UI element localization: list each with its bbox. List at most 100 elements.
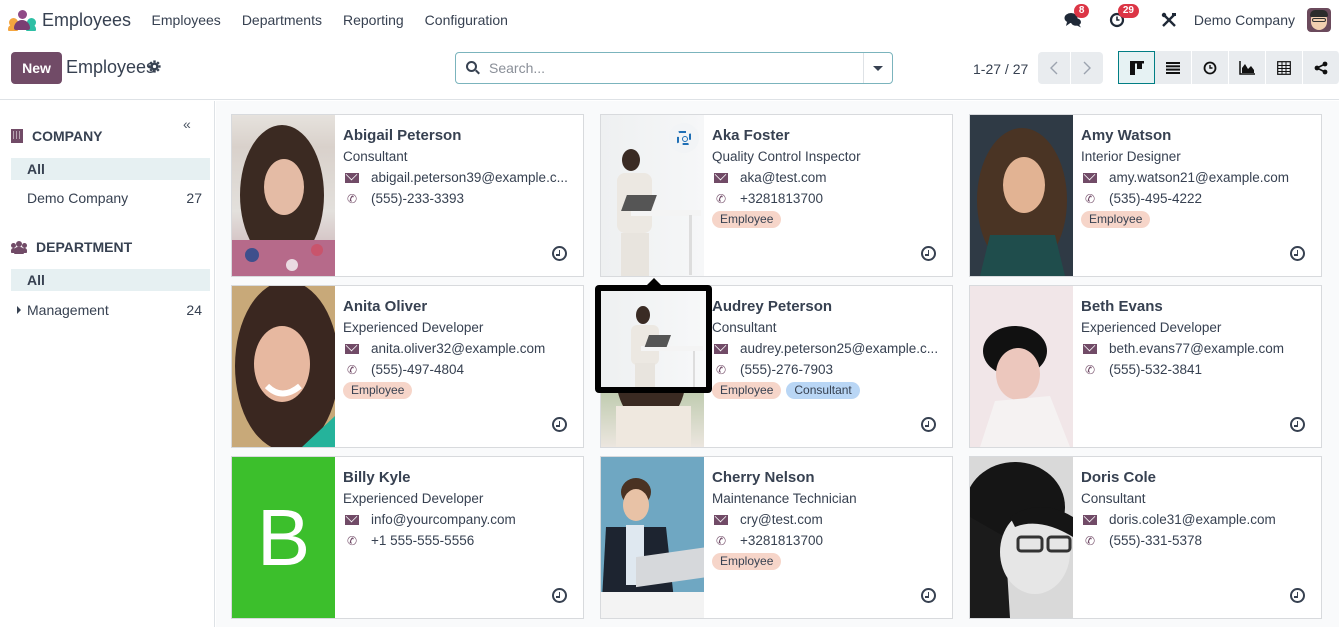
app-name[interactable]: Employees [42,10,131,31]
filter-count: 27 [186,190,202,206]
new-button[interactable]: New [11,52,62,84]
employee-card[interactable]: Anita Oliver Experienced Developer anita… [231,285,584,448]
company-switcher[interactable]: Demo Company [1194,12,1295,28]
pager-next-button[interactable] [1071,52,1103,84]
view-graph-button[interactable] [1229,51,1266,84]
card-body: Aka Foster Quality Control Inspector aka… [712,127,947,228]
company-filter-demo-company[interactable]: Demo Company 27 [11,187,210,209]
employee-job: Consultant [343,149,408,164]
employee-email: abigail.peterson39@example.c... [371,170,568,185]
caret-right-icon[interactable] [17,306,21,314]
employee-job: Experienced Developer [1081,320,1222,335]
employee-name: Cherry Nelson [712,469,815,486]
activity-clock-icon[interactable] [552,588,567,603]
employee-name: Beth Evans [1081,298,1163,315]
phone-icon: ✆ [1084,363,1096,377]
menu-configuration[interactable]: Configuration [414,12,518,28]
collapse-panel-icon[interactable]: « [183,116,191,132]
employee-name: Anita Oliver [343,298,428,315]
menu-departments[interactable]: Departments [231,12,332,28]
view-pivot-button[interactable] [1266,51,1303,84]
breadcrumb-title: Employees [66,57,156,77]
company-filter-all[interactable]: All [11,158,210,180]
employee-phone: (555)-532-3841 [1109,362,1203,377]
tag-consultant: Consultant [786,382,860,399]
avatar-initial: B [232,457,335,618]
card-body: Abigail Peterson Consultant abigail.pete… [343,127,578,207]
employee-name: Aka Foster [712,127,790,144]
activities-button[interactable]: 29 [1106,4,1139,31]
employee-card[interactable]: Doris Cole Consultant doris.cole31@examp… [969,456,1322,619]
app-brand[interactable]: Employees [8,9,131,31]
employee-photo [232,115,335,276]
employee-phone: (555)-497-4804 [371,362,465,377]
card-body: Doris Cole Consultant doris.cole31@examp… [1081,469,1316,549]
phone-icon: ✆ [715,363,727,377]
department-filter-management[interactable]: Management 24 [11,299,210,321]
envelope-icon [345,344,359,354]
search-input[interactable] [489,60,859,76]
view-kanban-button[interactable] [1118,51,1155,84]
main-menu: Employees Departments Reporting Configur… [141,12,518,28]
employee-phone: (555)-276-7903 [740,362,834,377]
activity-clock-icon[interactable] [1290,588,1305,603]
menu-employees[interactable]: Employees [141,12,231,28]
activities-badge: 29 [1117,4,1139,18]
view-hierarchy-button[interactable] [1303,51,1339,84]
employee-job: Consultant [1081,491,1146,506]
employee-avatar: B [232,457,335,618]
image-preview-tooltip [595,278,712,393]
search-bar [455,52,893,84]
pager-previous-button[interactable] [1038,52,1070,84]
activity-clock-icon[interactable] [552,246,567,261]
employee-card[interactable]: Amy Watson Interior Designer amy.watson2… [969,114,1322,277]
messages-button[interactable]: 8 [1062,4,1090,31]
employee-photo [601,115,704,276]
employee-card[interactable]: Cherry Nelson Maintenance Technician cry… [600,456,953,619]
area-chart-icon [1239,60,1255,75]
view-activity-button[interactable] [1192,51,1229,84]
top-navbar: Employees Employees Departments Reportin… [0,0,1339,40]
view-list-button[interactable] [1155,51,1192,84]
view-switcher [1118,51,1339,84]
employee-email: beth.evans77@example.com [1109,341,1285,356]
control-panel: New Employees 1-27 / 27 [0,40,1339,100]
department-filter-all[interactable]: All [11,269,210,291]
tag-employee: Employee [1081,211,1151,228]
user-avatar[interactable] [1307,8,1331,32]
employee-phone: (555)-331-5378 [1109,533,1203,548]
gear-icon[interactable] [148,60,161,76]
activity-clock-icon[interactable] [921,417,936,432]
activity-clock-icon[interactable] [921,246,936,261]
employee-card[interactable]: Aka Foster Quality Control Inspector aka… [600,114,953,277]
menu-reporting[interactable]: Reporting [332,12,414,28]
employee-email: audrey.peterson25@example.c... [740,341,939,356]
activity-clock-icon[interactable] [921,588,936,603]
activity-clock-icon[interactable] [1290,246,1305,261]
phone-icon: ✆ [1084,192,1096,206]
search-options-toggle[interactable] [863,53,892,83]
phone-icon: ✆ [346,192,358,206]
employee-phone: +3281813700 [740,533,823,548]
clock-icon [1203,61,1217,74]
employee-name: Amy Watson [1081,127,1172,144]
employee-photo [970,457,1073,618]
kanban-view: Abigail Peterson Consultant abigail.pete… [216,101,1339,627]
employee-card[interactable]: B Billy Kyle Experienced Developer info@… [231,456,584,619]
employees-app-icon [8,9,36,31]
employee-card[interactable]: Beth Evans Experienced Developer beth.ev… [969,285,1322,448]
employee-phone: +3281813700 [740,191,823,206]
activity-clock-icon[interactable] [1290,417,1305,432]
focus-image-button[interactable] [669,123,699,153]
employee-name: Billy Kyle [343,469,411,486]
list-icon [1166,61,1180,74]
debug-tools-button[interactable] [1158,9,1180,31]
activity-clock-icon[interactable] [552,417,567,432]
card-body: Billy Kyle Experienced Developer info@yo… [343,469,578,549]
employee-email: anita.oliver32@example.com [371,341,546,356]
pager-value[interactable]: 1-27 / 27 [973,61,1028,77]
employee-card[interactable]: Abigail Peterson Consultant abigail.pete… [231,114,584,277]
employee-phone: +1 555-555-5556 [371,533,475,548]
kanban-icon [1129,60,1144,75]
employee-photo [232,286,335,447]
